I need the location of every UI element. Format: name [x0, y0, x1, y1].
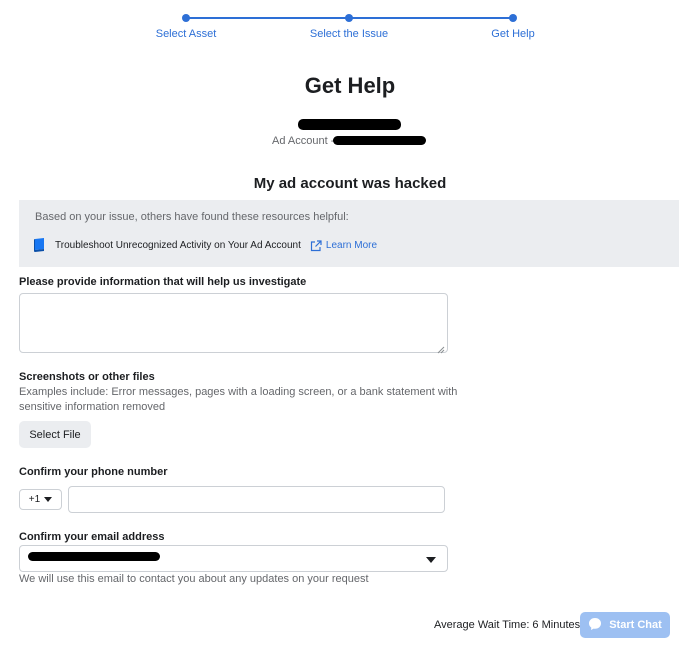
start-chat-label: Start Chat [609, 619, 662, 631]
external-link-icon[interactable] [310, 239, 322, 252]
resource-item: Troubleshoot Unrecognized Activity on Yo… [33, 238, 377, 252]
select-file-button[interactable]: Select File [19, 421, 91, 448]
step-dot-get-help [509, 14, 517, 22]
files-help-line-2: sensitive information removed [19, 401, 166, 413]
chat-bubble-icon [588, 617, 602, 634]
caret-down-icon [44, 497, 53, 502]
phone-input[interactable] [68, 486, 445, 513]
issue-title: My ad account was hacked [253, 175, 447, 192]
book-icon [33, 238, 46, 252]
country-code-select[interactable]: +1 [19, 489, 62, 510]
step-select-asset[interactable]: Select Asset [156, 28, 217, 40]
ad-account-label: Ad Account - [272, 135, 335, 147]
resources-intro: Based on your issue, others have found t… [35, 211, 349, 223]
resource-title: Troubleshoot Unrecognized Activity on Yo… [55, 239, 301, 251]
redacted-account-name [298, 119, 401, 130]
redacted-account-id [333, 136, 426, 145]
step-select-issue[interactable]: Select the Issue [310, 28, 388, 40]
step-get-help[interactable]: Get Help [491, 28, 534, 40]
investigate-textarea[interactable] [19, 293, 448, 353]
investigate-label: Please provide information that will hel… [19, 276, 307, 288]
email-label: Confirm your email address [19, 531, 165, 543]
country-code-value: +1 [28, 494, 41, 505]
resize-grip-icon[interactable] [437, 341, 445, 354]
step-dot-select-asset [182, 14, 190, 22]
learn-more-link[interactable]: Learn More [326, 240, 377, 251]
caret-down-icon [426, 557, 436, 563]
redacted-email-value [28, 552, 160, 561]
files-label: Screenshots or other files [19, 371, 155, 383]
phone-label: Confirm your phone number [19, 466, 168, 478]
page-title: Get Help [304, 73, 396, 98]
start-chat-button[interactable]: Start Chat [580, 612, 670, 638]
step-dot-select-issue [345, 14, 353, 22]
email-help: We will use this email to contact you ab… [19, 573, 369, 585]
files-help-line-1: Examples include: Error messages, pages … [19, 386, 458, 398]
average-wait-time: Average Wait Time: 6 Minutes [434, 619, 581, 631]
resources-panel: Based on your issue, others have found t… [19, 200, 679, 267]
progress-stepper: Select Asset Select the Issue Get Help [0, 0, 700, 50]
